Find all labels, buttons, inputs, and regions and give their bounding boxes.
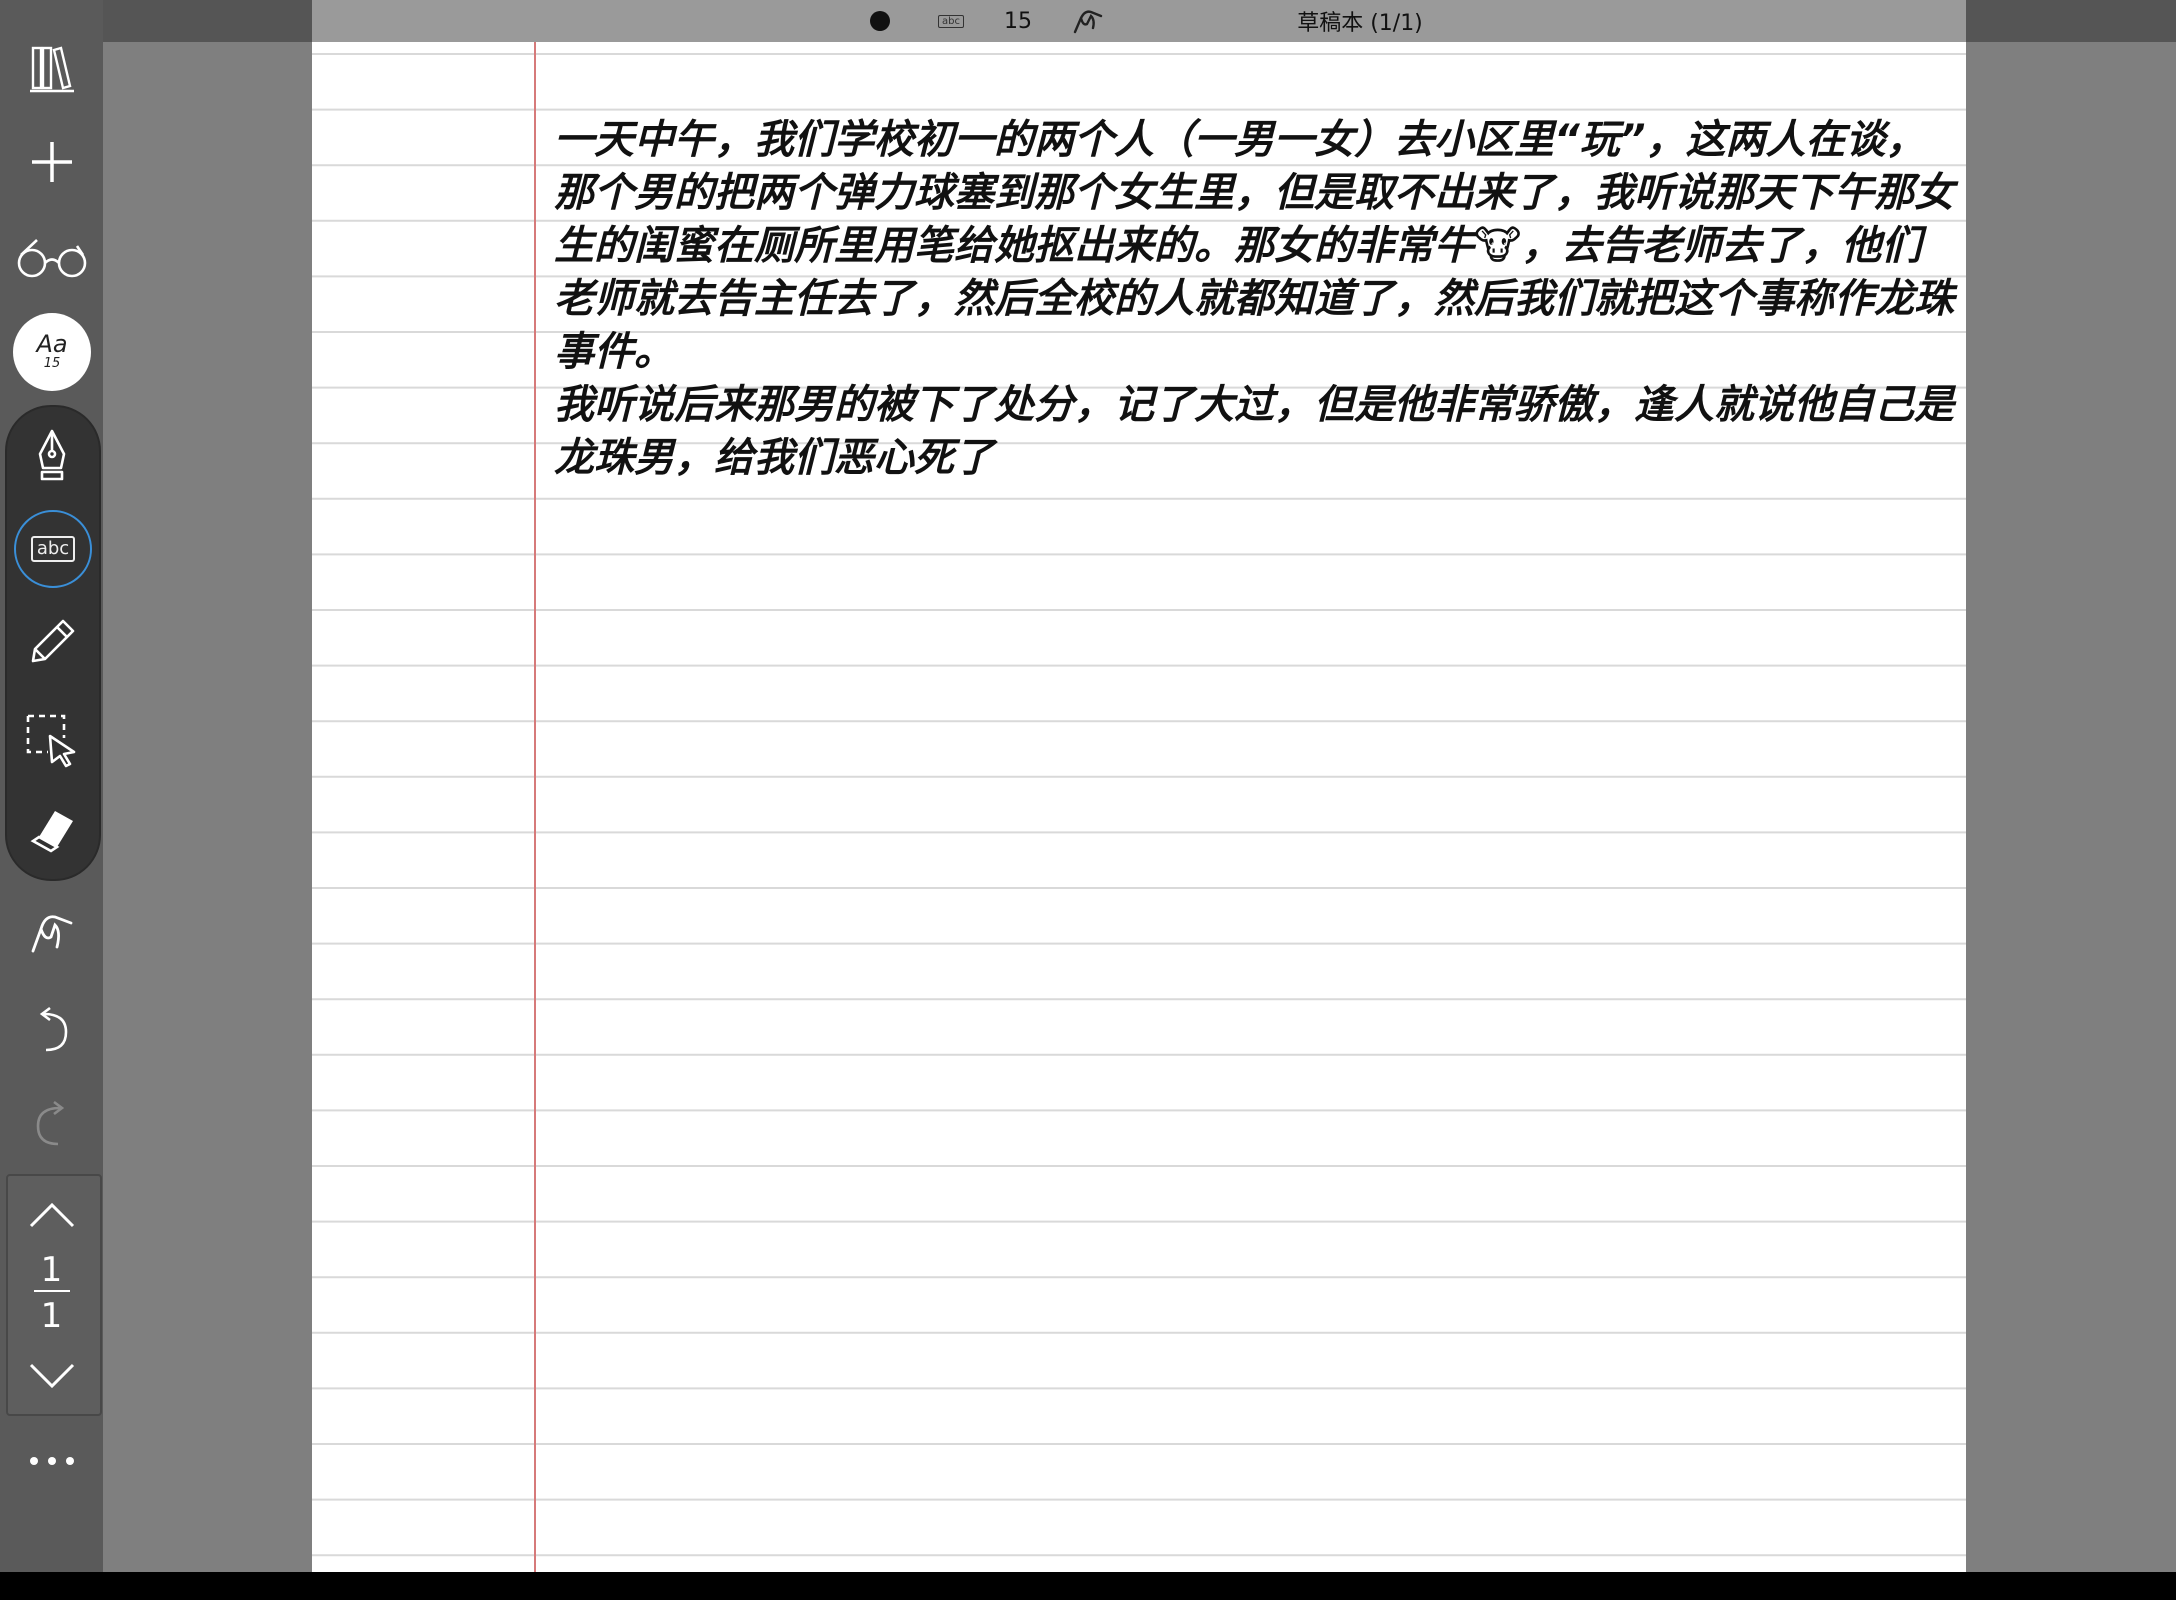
hand-draw-icon[interactable] [0, 902, 103, 962]
text-box-icon[interactable]: abc [14, 510, 92, 588]
notebook-title: 草稿本 (1/1) [1297, 11, 1423, 36]
font-size-label: 15 [43, 356, 61, 371]
note-paragraph: 一天中午，我们学校初一的两个人（一男一女）去小区里“玩”，这两人在谈，那个男的把… [554, 117, 1954, 375]
pencil-icon[interactable] [0, 612, 103, 672]
text-tool-label: abc [30, 536, 76, 562]
chevron-down-icon[interactable] [0, 1356, 103, 1396]
abc-icon[interactable]: abc [936, 0, 966, 42]
chevron-up-icon[interactable] [0, 1190, 103, 1240]
font-label: Aa [36, 330, 68, 358]
font-settings-button[interactable]: Aa 15 [13, 313, 91, 391]
system-bottom-bar [0, 1572, 2176, 1600]
undo-icon[interactable] [0, 1000, 103, 1060]
top-status-bar: abc 15 草稿本 (1/1) [0, 0, 2176, 42]
library-icon[interactable] [0, 40, 103, 96]
fountain-pen-icon[interactable] [0, 425, 103, 485]
total-page-number: 1 [40, 1296, 63, 1336]
pen-color-indicator[interactable] [862, 0, 898, 42]
lasso-select-icon[interactable] [0, 708, 103, 772]
margin-line [534, 42, 536, 1572]
app-window: abc 15 草稿本 (1/1) Aa 15 abc 1 1 一天中午，我们学校… [0, 0, 2176, 1572]
glasses-icon[interactable] [0, 230, 103, 286]
page-divider [34, 1290, 70, 1292]
redo-icon[interactable] [0, 1094, 103, 1154]
note-paragraph: 我听说后来那男的被下了处分，记了大过，但是他非常骄傲，逢人就说他自己是龙珠男，给… [554, 382, 1954, 481]
eraser-icon[interactable] [0, 800, 103, 860]
font-size-indicator[interactable]: 15 [990, 0, 1046, 42]
plus-icon[interactable] [0, 134, 103, 190]
note-text-box[interactable]: 一天中午，我们学校初一的两个人（一男一女）去小区里“玩”，这两人在谈，那个男的把… [554, 114, 1954, 485]
tool-sidebar: Aa 15 abc 1 1 [0, 0, 103, 1572]
hand-draw-icon[interactable] [1066, 0, 1112, 42]
notebook-page[interactable]: 一天中午，我们学校初一的两个人（一男一女）去小区里“玩”，这两人在谈，那个男的把… [312, 42, 1966, 1572]
current-page-number: 1 [40, 1250, 63, 1290]
notebook-header: abc 15 草稿本 (1/1) [312, 0, 1966, 42]
more-icon[interactable] [0, 1446, 103, 1476]
